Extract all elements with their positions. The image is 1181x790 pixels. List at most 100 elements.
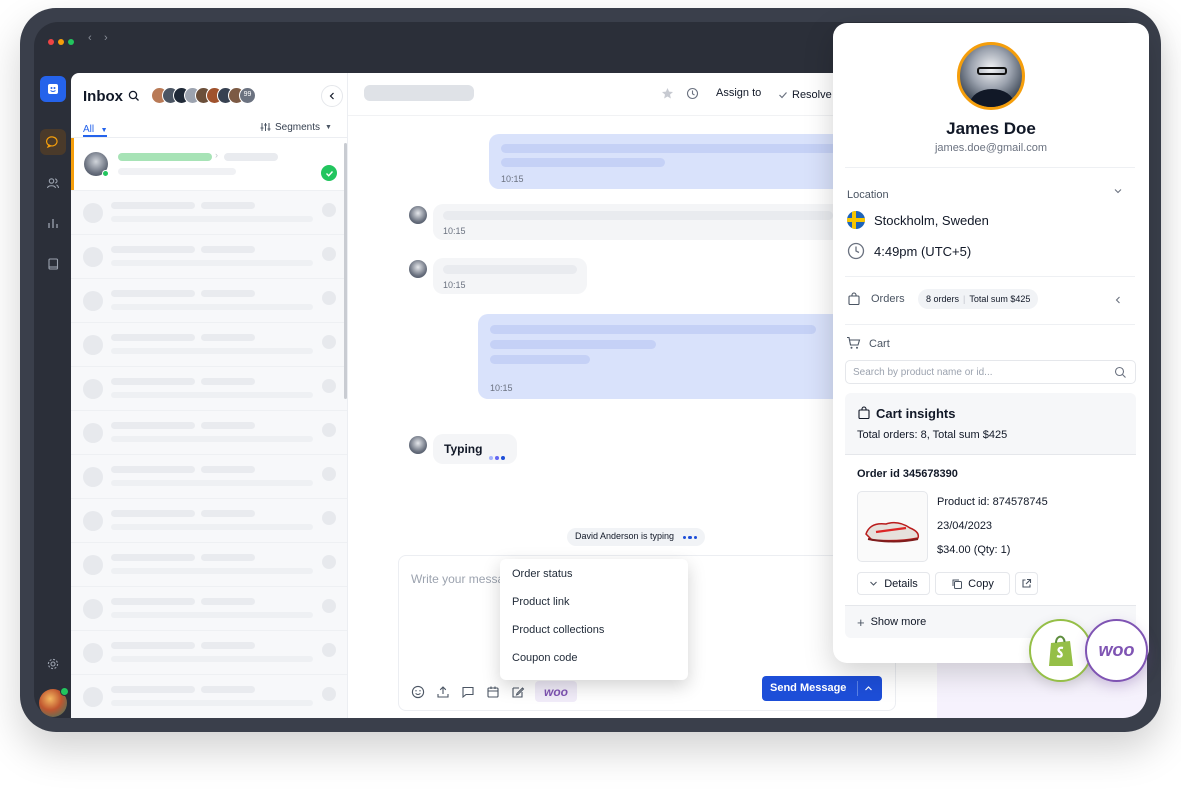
user-avatar[interactable] [39, 687, 69, 717]
open-external-button[interactable] [1015, 572, 1038, 595]
conversation-item[interactable] [71, 366, 347, 410]
cart-search-input[interactable]: Search by product name or id... [845, 360, 1136, 384]
conversation-item[interactable] [71, 498, 347, 542]
conversation-item[interactable] [71, 674, 347, 718]
conversation-item[interactable] [71, 410, 347, 454]
avatar [409, 260, 427, 278]
conversation-item[interactable] [71, 234, 347, 278]
avatar [409, 436, 427, 454]
minimize-window-dot[interactable] [58, 39, 64, 45]
woocommerce-badge[interactable]: woo [1085, 619, 1148, 682]
star-icon[interactable] [661, 87, 674, 100]
forward-arrow-icon[interactable]: › [104, 32, 108, 44]
clock-snooze-icon[interactable] [686, 87, 699, 100]
conversation-item-active[interactable]: › [71, 138, 347, 190]
search-icon[interactable] [1114, 366, 1127, 379]
avatar [83, 423, 103, 443]
show-more-label: Show more [870, 616, 927, 628]
message-timestamp: 10:15 [501, 174, 524, 184]
nav-analytics-icon[interactable] [40, 210, 66, 236]
chevron-down-icon[interactable] [1113, 186, 1123, 196]
status-icon [322, 599, 336, 613]
close-window-dot[interactable] [48, 39, 54, 45]
nav-knowledge-book-icon[interactable] [40, 251, 66, 277]
segments-dropdown[interactable]: Segments ▼ [260, 119, 332, 135]
maximize-window-dot[interactable] [68, 39, 74, 45]
inbox-title: Inbox [83, 88, 123, 105]
chevron-right-icon: › [215, 150, 218, 160]
filter-all-dropdown[interactable]: All ▼ [83, 119, 108, 135]
chevron-down-icon [870, 581, 878, 586]
collapse-inbox-button[interactable] [321, 85, 343, 107]
send-message-label: Send Message [770, 682, 847, 694]
conversation-item[interactable] [71, 630, 347, 674]
conversation-item[interactable] [71, 586, 347, 630]
dropdown-item-coupon-code[interactable]: Coupon code [512, 652, 577, 664]
typing-label: Typing [444, 442, 483, 456]
incoming-message: 10:15 [433, 258, 587, 294]
back-arrow-icon[interactable]: ‹ [88, 32, 92, 44]
dropdown-item-product-link[interactable]: Product link [512, 596, 569, 608]
conversation-item[interactable] [71, 454, 347, 498]
online-status-dot [60, 687, 69, 696]
shopify-badge[interactable] [1029, 619, 1092, 682]
conversation-item[interactable] [71, 322, 347, 366]
orders-section-label: Orders [871, 293, 905, 305]
contact-local-time: 4:49pm (UTC+5) [874, 244, 972, 259]
online-status-dot [102, 170, 109, 177]
nav-settings-gear-icon[interactable] [40, 651, 66, 677]
plus-icon: + [857, 614, 865, 630]
assign-to-button[interactable]: Assign to [710, 86, 767, 104]
canned-response-chat-icon[interactable] [461, 685, 475, 699]
clock-icon [847, 242, 865, 260]
panel-divider [845, 324, 1135, 325]
check-icon [779, 92, 787, 99]
copy-button[interactable]: Copy [935, 572, 1010, 595]
conversation-item[interactable] [71, 278, 347, 322]
status-icon [322, 511, 336, 525]
orders-total: Total sum $425 [969, 294, 1031, 304]
nav-contacts-icon[interactable] [40, 170, 66, 196]
order-details-box: Order id 345678390 Product id: 874578745… [845, 455, 1136, 605]
copy-label: Copy [968, 577, 994, 590]
avatar [83, 291, 103, 311]
avatar [83, 511, 103, 531]
woo-actions-dropdown: Order status Product link Product collec… [500, 559, 688, 680]
status-icon [322, 555, 336, 569]
search-icon[interactable] [128, 90, 140, 102]
conversation-item[interactable] [71, 542, 347, 586]
nav-inbox-chat-icon[interactable] [40, 129, 66, 155]
location-section-label: Location [847, 189, 889, 201]
app-logo-icon[interactable] [40, 76, 66, 102]
status-icon [322, 291, 336, 305]
product-id: Product id: 874578745 [937, 496, 1048, 508]
contact-email[interactable]: james.doe@gmail.com [833, 142, 1149, 154]
cart-insights-title: Cart insights [876, 406, 956, 421]
calendar-icon[interactable] [486, 685, 500, 699]
avatar [83, 203, 103, 223]
details-label: Details [884, 577, 918, 590]
dropdown-item-product-collections[interactable]: Product collections [512, 624, 604, 636]
message-timestamp: 10:15 [443, 226, 466, 236]
chevron-left-icon[interactable] [1113, 295, 1123, 305]
chevron-up-icon[interactable] [864, 684, 873, 693]
status-icon [322, 423, 336, 437]
upload-icon[interactable] [436, 685, 450, 699]
conversation-item[interactable] [71, 190, 347, 234]
send-message-button[interactable]: Send Message [762, 676, 882, 701]
panel-divider [845, 167, 1135, 168]
agent-avatar-stack[interactable]: 99 [151, 87, 261, 105]
typing-indicator-bubble: Typing [433, 434, 517, 464]
sweden-flag-icon [847, 211, 865, 229]
show-more-button[interactable]: + Show more [857, 614, 926, 630]
edit-note-icon[interactable] [511, 685, 525, 699]
emoji-icon[interactable] [411, 685, 425, 699]
cart-insights-summary: Total orders: 8, Total sum $425 [857, 429, 1008, 441]
external-link-icon [1022, 578, 1032, 588]
woo-integration-button[interactable]: woo [535, 681, 577, 702]
details-button[interactable]: Details [857, 572, 930, 595]
outgoing-message: 10:15 [478, 314, 860, 399]
panel-divider [845, 276, 1135, 277]
dropdown-item-order-status[interactable]: Order status [512, 568, 573, 580]
product-price: $34.00 (Qty: 1) [937, 544, 1011, 556]
